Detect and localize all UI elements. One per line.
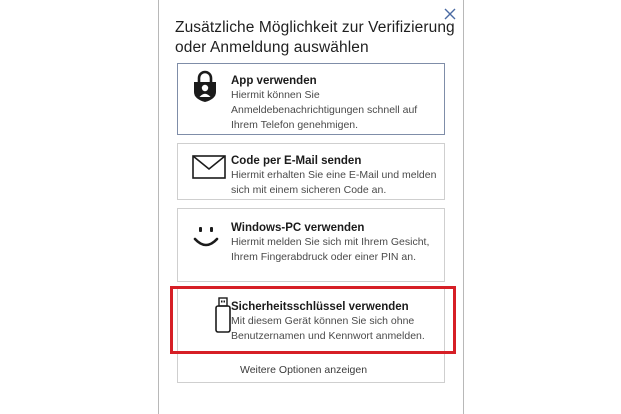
option-heading: Windows-PC verwenden (231, 222, 365, 234)
verification-dialog: Zusätzliche Möglichkeit zur Verifizierun… (158, 0, 464, 414)
option-security-key[interactable]: Sicherheitsschlüssel verwenden Mit diese… (177, 287, 445, 350)
option-description: Hiermit erhalten Sie eine E-Mail und mel… (231, 169, 437, 196)
option-email-code[interactable]: Code per E-Mail senden Hiermit erhalten … (177, 143, 445, 200)
smiley-icon (192, 223, 220, 251)
more-options-area: Weitere Optionen anzeigen (177, 350, 445, 383)
dialog-title: Zusätzliche Möglichkeit zur Verifizierun… (175, 19, 455, 56)
option-heading: Code per E-Mail senden (231, 155, 362, 167)
envelope-icon (192, 155, 226, 179)
more-options-link[interactable]: Weitere Optionen anzeigen (240, 364, 367, 376)
lock-person-icon (192, 70, 218, 102)
option-heading: App verwenden (231, 75, 317, 87)
option-use-app[interactable]: App verwenden Hiermit können Sie Anmelde… (177, 63, 445, 135)
usb-key-icon (214, 297, 232, 333)
option-windows-pc[interactable]: Windows-PC verwenden Hiermit melden Sie … (177, 208, 445, 282)
option-heading: Sicherheitsschlüssel verwenden (231, 301, 409, 313)
option-description: Mit diesem Gerät können Sie sich ohne Be… (231, 315, 425, 342)
option-description: Hiermit melden Sie sich mit Ihrem Gesich… (231, 236, 430, 263)
option-description: Hiermit können Sie Anmeldebenachrichtigu… (231, 89, 418, 131)
